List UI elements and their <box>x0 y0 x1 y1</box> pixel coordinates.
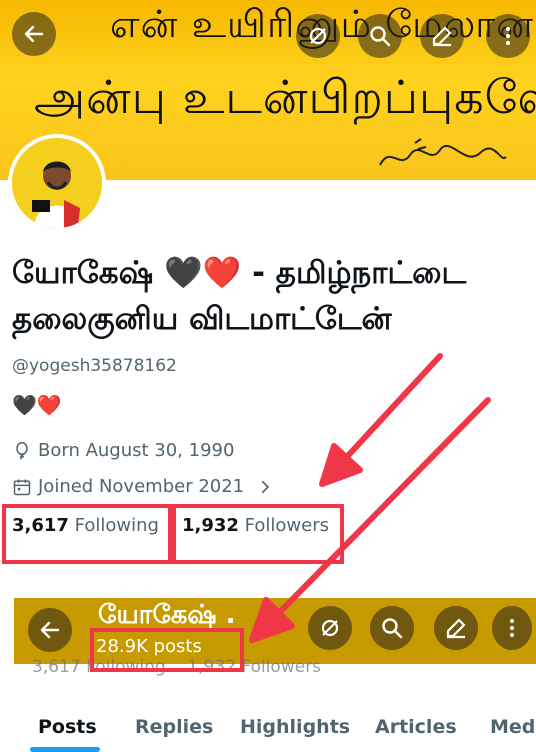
collapsed-edit-button[interactable] <box>434 606 478 650</box>
search-button[interactable] <box>358 14 402 58</box>
collapsed-search-button[interactable] <box>370 606 414 650</box>
edit-button[interactable] <box>420 14 464 58</box>
annotation-arrow-upper <box>341 353 443 463</box>
search-icon <box>370 26 391 47</box>
signature-graphic <box>379 138 507 166</box>
display-name-line1: யோகேஷ் 🖤❤️ - தமிழ்நாட்டை <box>12 255 467 291</box>
more-options-button[interactable] <box>486 14 530 58</box>
joined-row[interactable]: Joined November 2021 <box>12 476 274 497</box>
back-button[interactable] <box>12 12 56 56</box>
grok-icon <box>309 27 327 45</box>
avatar-image <box>12 138 102 228</box>
bio-text: 🖤❤️ <box>12 393 62 417</box>
collapsed-more-button[interactable] <box>492 606 532 650</box>
back-arrow-icon <box>40 621 60 639</box>
ghost-following-count: 3,617 <box>32 657 81 677</box>
more-vertical-icon <box>506 27 510 45</box>
search-icon <box>382 618 403 639</box>
edit-icon <box>446 618 466 639</box>
edit-icon <box>432 26 452 47</box>
profile-tabs: Posts Replies Highlights Articles Media <box>0 700 536 752</box>
annotation-box-followers <box>172 504 344 564</box>
arrowhead-upper <box>319 443 363 487</box>
tab-highlights[interactable]: Highlights <box>240 700 350 738</box>
born-date: Born August 30, 1990 <box>38 440 235 461</box>
ghost-followers-label: Followers <box>241 657 322 677</box>
joined-date: Joined November 2021 <box>38 476 245 497</box>
display-name-line2: தலைகுனிய விடமாட்டேன் <box>12 301 392 337</box>
more-vertical-icon <box>510 619 514 637</box>
banner-text-line2: அன்பு உடன்பிறப்புகளே... <box>34 70 536 124</box>
collapsed-back-button[interactable] <box>28 608 72 652</box>
annotation-box-following <box>2 504 172 564</box>
tab-media[interactable]: Media <box>490 700 536 738</box>
display-name: யோகேஷ் 🖤❤️ - தமிழ்நாட்டை தலைகுனிய விடமாட… <box>12 250 527 342</box>
chevron-right-icon <box>262 480 270 493</box>
calendar-icon <box>13 479 31 495</box>
back-arrow-icon <box>24 25 44 43</box>
annotation-box-posts <box>90 628 244 672</box>
born-row: Born August 30, 1990 <box>12 440 234 461</box>
active-tab-indicator <box>30 747 100 752</box>
grok-icon <box>321 619 339 637</box>
tab-posts[interactable]: Posts <box>38 700 97 738</box>
tab-articles[interactable]: Articles <box>375 700 457 738</box>
grok-button[interactable] <box>296 14 340 58</box>
avatar[interactable] <box>8 134 106 232</box>
balloon-icon <box>16 441 28 459</box>
collapsed-grok-button[interactable] <box>308 606 352 650</box>
avatar-portrait <box>12 138 102 228</box>
user-handle: @yogesh35878162 <box>12 356 177 376</box>
tab-replies[interactable]: Replies <box>135 700 213 738</box>
